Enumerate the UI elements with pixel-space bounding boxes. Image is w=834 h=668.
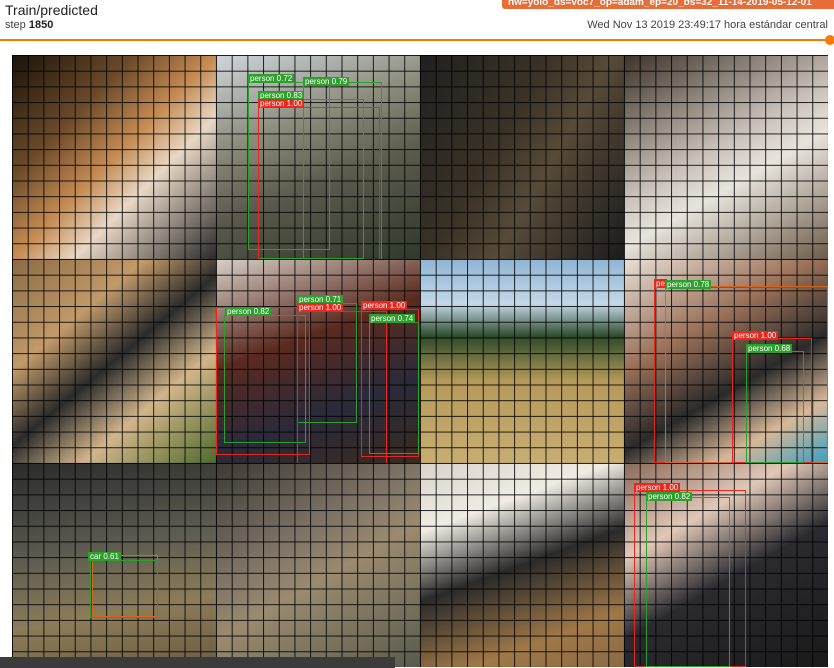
detection-box	[90, 560, 158, 618]
run-name-badge[interactable]: nw=yolo_ds=voc7_op=adam_ep=20_bs=32_11-1…	[502, 0, 834, 9]
image-tile-bird	[216, 463, 420, 667]
grid-overlay	[12, 55, 216, 259]
image-tile-hillside-train	[420, 259, 624, 463]
image-tile-train-interior	[420, 55, 624, 259]
image-tile-ram	[12, 259, 216, 463]
image-tile-boy-child: pe person 0.78 person 1.00 person 0.68	[624, 259, 828, 463]
image-tile-people-couch: person 0.82 person 0.71 person 1.00 pers…	[216, 259, 420, 463]
image-tile-toy-car: car 0.61	[12, 463, 216, 667]
grid-overlay	[420, 55, 624, 259]
grid-overlay	[624, 55, 828, 259]
detection-label: person 1.00	[732, 331, 779, 340]
detection-label: person 0.68	[746, 344, 793, 353]
detection-label: person 0.72	[248, 74, 295, 83]
detection-label: person 1.00	[297, 303, 344, 312]
grid-overlay	[420, 463, 624, 667]
grid-overlay	[420, 259, 624, 463]
detection-box	[224, 315, 306, 443]
grid-overlay	[12, 259, 216, 463]
image-tile-people-cow: person 1.00 person 0.82	[624, 463, 828, 667]
timestamp: Wed Nov 13 2019 23:49:17 hora estándar c…	[587, 19, 828, 31]
step-slider-track[interactable]	[0, 39, 829, 41]
image-tile-people-bench: person 0.72 person 0.79 person 0.83 pers…	[216, 55, 420, 259]
prediction-image-grid: person 0.72 person 0.79 person 0.83 pers…	[12, 55, 828, 667]
detection-label: car 0.61	[88, 552, 121, 561]
detection-box	[258, 107, 380, 259]
grid-overlay	[216, 463, 420, 667]
detection-box	[746, 351, 804, 463]
image-tile-alpaca	[624, 55, 828, 259]
image-tile-computer-desk	[420, 463, 624, 667]
detection-label: person 0.78	[665, 280, 712, 289]
chart-title: Train/predicted	[5, 2, 98, 18]
detection-box	[646, 497, 730, 667]
detection-label: person 1.00	[258, 99, 305, 108]
detection-label: person 1.00	[634, 483, 681, 492]
detection-label: person 0.82	[646, 492, 693, 501]
detection-box	[369, 322, 419, 454]
detection-label: person 0.74	[369, 314, 416, 323]
horizontal-scrollbar[interactable]	[0, 657, 395, 668]
step-indicator: step 1850	[5, 19, 53, 31]
detection-label: person 0.79	[303, 77, 350, 86]
detection-label: person 1.00	[361, 301, 408, 310]
step-value: 1850	[28, 19, 54, 31]
step-label: step	[5, 19, 26, 31]
step-slider-thumb[interactable]	[825, 35, 834, 45]
image-tile-cat	[12, 55, 216, 259]
detection-label: person 0.82	[225, 307, 272, 316]
